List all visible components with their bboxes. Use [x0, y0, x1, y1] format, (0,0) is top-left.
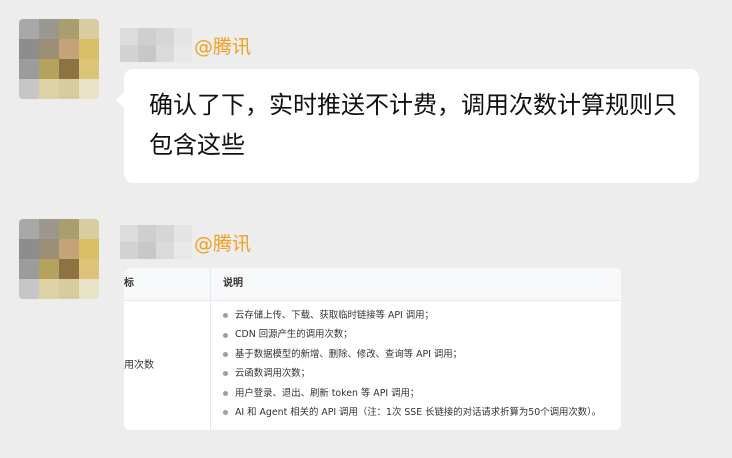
table-header	[124, 268, 621, 301]
bullet-icon	[223, 410, 228, 416]
bullet-icon	[223, 390, 228, 396]
list-item-text: CDN 回源产生的调用次数；	[235, 329, 353, 341]
list-item: AI 和 Agent 相关的 API 调用（注：1次 SSE 长链接的对话请求折…	[223, 403, 601, 422]
message-text: 确认了下，实时推送不计费，调用次数计算规则只包含这些	[149, 91, 677, 159]
list-item: 用户登录、退出、刷新 token 等 API 调用；	[223, 384, 601, 403]
list-item: CDN 回源产生的调用次数；	[223, 325, 601, 344]
list-item: 基于数据模型的新增、删除、修改、查询等 API 调用；	[223, 345, 601, 364]
table-column-divider	[210, 268, 211, 430]
list-item-text: 云函数调用次数；	[235, 368, 311, 380]
list-item-text: 用户登录、退出、刷新 token 等 API 调用；	[235, 387, 420, 399]
message-bubble[interactable]: 确认了下，实时推送不计费，调用次数计算规则只包含这些	[116, 69, 699, 183]
list-item: 云函数调用次数；	[223, 364, 601, 383]
description-list: 云存储上传、下载、获取临时链接等 API 调用； CDN 回源产生的调用次数； …	[223, 306, 601, 422]
sender-tag: @腾讯	[194, 35, 252, 58]
bubble-tail	[116, 92, 124, 108]
blurred-name	[120, 225, 192, 259]
table-header-description: 说明	[223, 278, 243, 289]
list-item: 云存储上传、下载、获取临时链接等 API 调用；	[223, 306, 601, 325]
avatar[interactable]	[19, 219, 99, 299]
table-header-metric: 标	[124, 278, 134, 289]
sender-name: @腾讯	[120, 28, 251, 62]
bullet-icon	[223, 351, 228, 357]
avatar[interactable]	[19, 19, 99, 99]
sender-tag: @腾讯	[194, 232, 252, 255]
bullet-icon	[223, 313, 228, 319]
list-item-text: AI 和 Agent 相关的 API 调用（注：1次 SSE 长链接的对话请求折…	[235, 406, 602, 418]
bullet-icon	[223, 371, 228, 377]
image-message[interactable]: 标 说明 用次数 云存储上传、下载、获取临时链接等 API 调用； CDN 回源…	[124, 268, 621, 430]
sender-name: @腾讯	[120, 225, 251, 259]
blurred-name	[120, 28, 192, 62]
table-row-label: 用次数	[124, 360, 154, 371]
bullet-icon	[223, 332, 228, 338]
list-item-text: 基于数据模型的新增、删除、修改、查询等 API 调用；	[235, 348, 463, 360]
list-item-text: 云存储上传、下载、获取临时链接等 API 调用；	[235, 310, 434, 321]
